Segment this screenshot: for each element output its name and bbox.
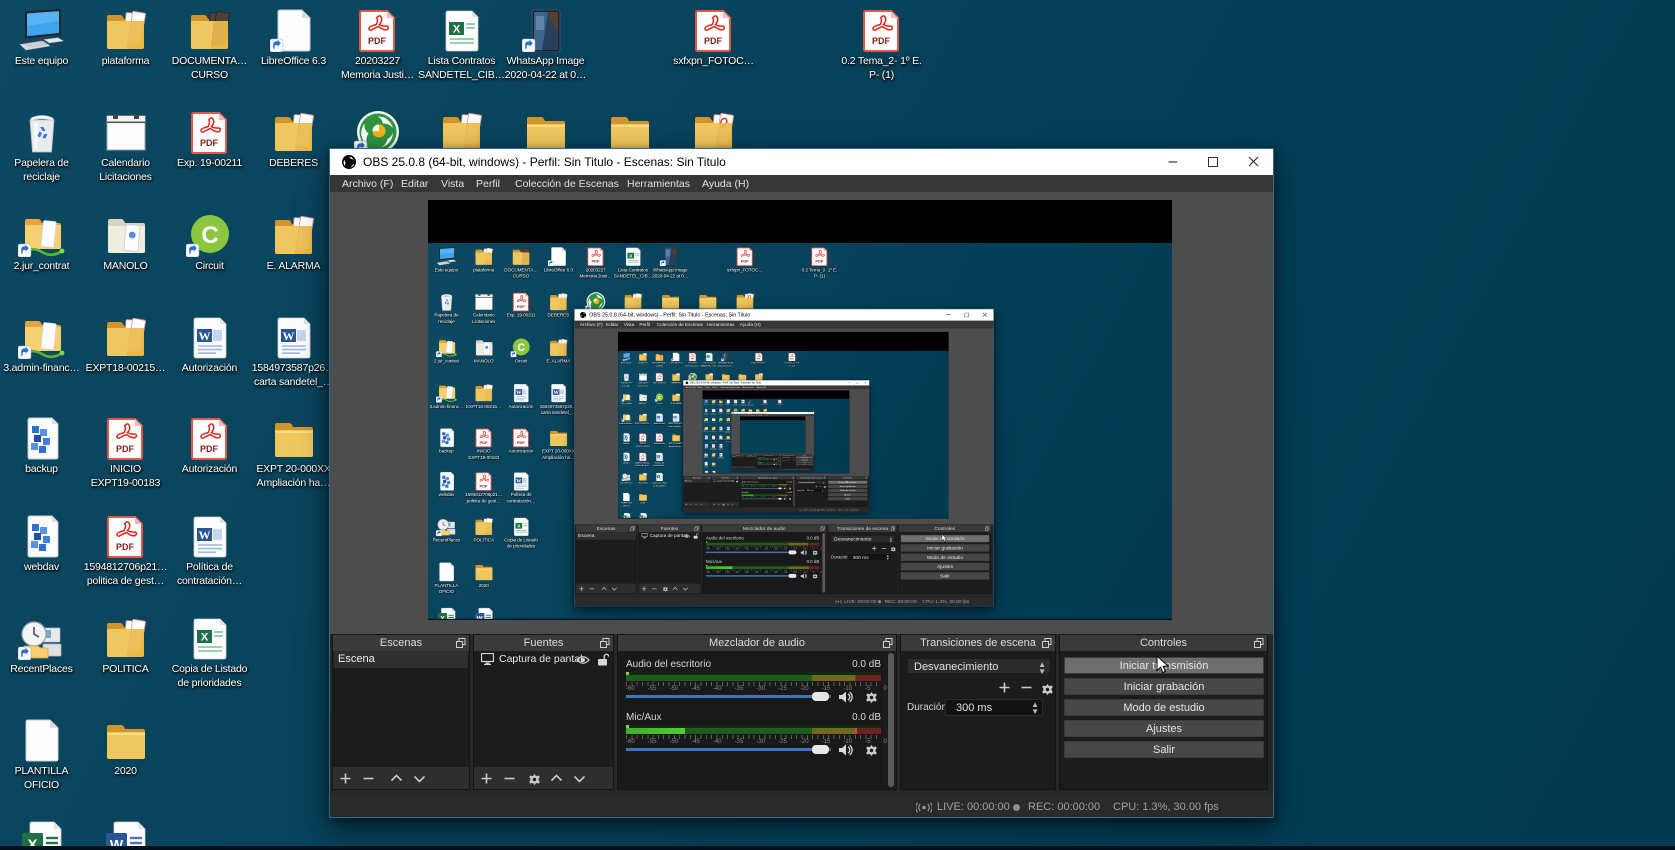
svg-text:C: C	[658, 394, 662, 400]
svg-text:W: W	[553, 389, 559, 395]
svg-text:PDF: PDF	[517, 303, 526, 308]
svg-text:PDF: PDF	[479, 483, 488, 488]
svg-text:PDF: PDF	[479, 439, 488, 444]
svg-text:PDF: PDF	[740, 258, 749, 263]
svg-text:C: C	[201, 222, 218, 249]
svg-text:PDF: PDF	[704, 36, 723, 46]
svg-text:PDF: PDF	[815, 258, 824, 263]
svg-text:W: W	[282, 329, 294, 343]
svg-text:X: X	[452, 24, 460, 36]
svg-text:PDF: PDF	[368, 36, 387, 46]
svg-text:PDF: PDF	[872, 36, 891, 46]
svg-text:C: C	[517, 341, 525, 353]
svg-text:W: W	[198, 528, 210, 542]
svg-text:PDF: PDF	[591, 258, 600, 263]
svg-text:PDF: PDF	[200, 138, 219, 148]
svg-text:PDF: PDF	[116, 542, 135, 552]
svg-text:W: W	[198, 329, 210, 343]
svg-text:PDF: PDF	[200, 444, 219, 454]
svg-text:W: W	[516, 478, 522, 484]
svg-text:X: X	[200, 632, 208, 644]
svg-text:W: W	[516, 389, 522, 395]
svg-text:PDF: PDF	[517, 439, 526, 444]
svg-text:PDF: PDF	[116, 444, 135, 454]
